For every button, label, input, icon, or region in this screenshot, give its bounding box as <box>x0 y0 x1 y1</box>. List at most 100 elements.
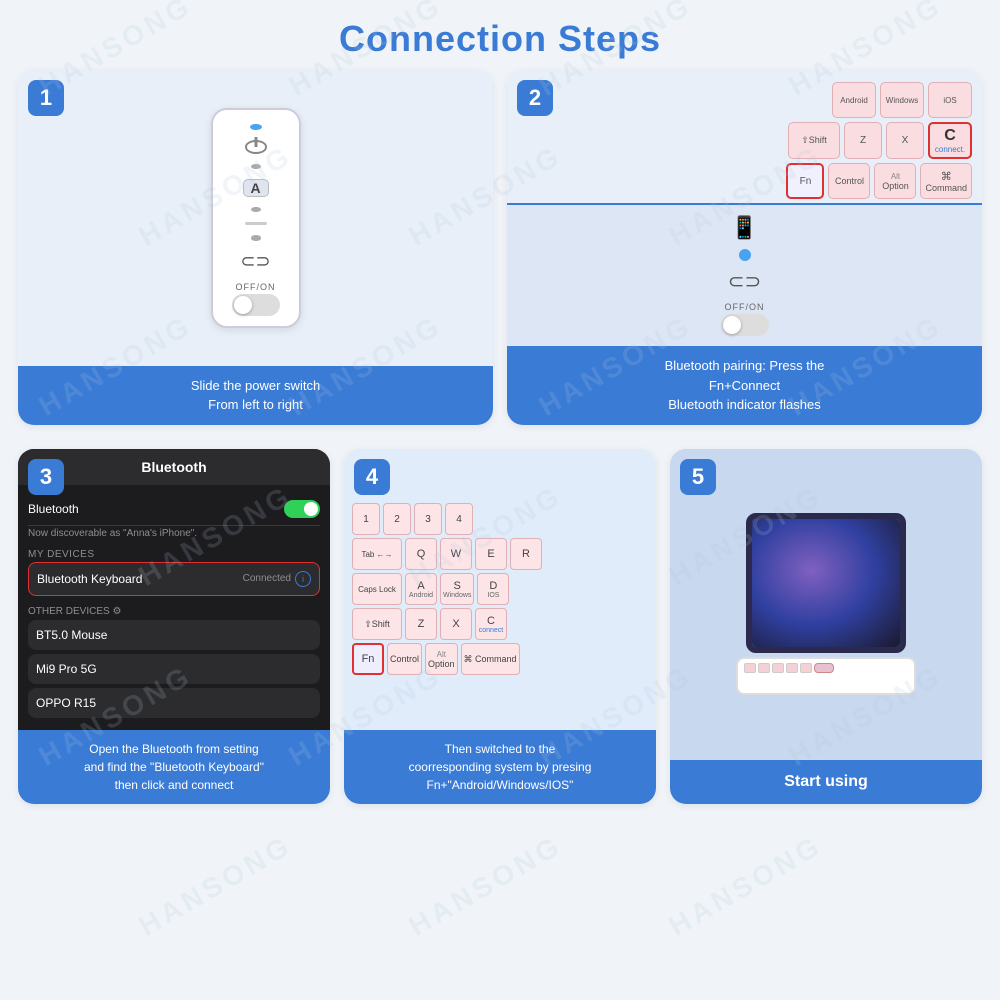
step-3-image: 3 Bluetooth Bluetooth Now discoverable a… <box>18 449 330 730</box>
key-tab: Tab ←→ <box>352 538 402 570</box>
asd-row: Caps Lock AAndroid SWindows DIOS <box>352 573 648 605</box>
key-c-connect: C connect. <box>928 122 972 159</box>
step-1-number: 1 <box>28 80 64 116</box>
key-opt-2: Alt Option <box>874 163 916 199</box>
step-5-number: 5 <box>680 459 716 495</box>
keyboard-below-ipad <box>736 657 916 695</box>
step-5-image: 5 <box>670 449 982 760</box>
key-ios: iOS <box>928 82 972 118</box>
toggle-knob-2 <box>723 316 741 334</box>
my-devices-label: MY DEVICES <box>28 543 320 562</box>
kbd-below-rows <box>738 659 914 677</box>
key-windows: Windows <box>880 82 924 118</box>
page-title: Connection Steps <box>0 0 1000 70</box>
step-4-card: 4 1 2 3 4 Tab ←→ Q W E R <box>344 449 656 804</box>
step-4-caption: Then switched to the coorresponding syst… <box>344 730 656 804</box>
bluetooth-screen: Bluetooth Bluetooth Now discoverable as … <box>18 449 330 730</box>
other-devices-label: OTHER DEVICES ⚙ <box>28 600 320 620</box>
connected-badge: Connected i <box>243 571 311 587</box>
num-2: 2 <box>383 503 411 535</box>
step2-top-keyboard: Android Windows iOS ⇧Shift Z X C connect… <box>507 70 982 203</box>
ipad-mock <box>746 513 906 653</box>
num-3: 3 <box>414 503 442 535</box>
step-3-caption: Open the Bluetooth from setting and find… <box>18 730 330 804</box>
qwer-row: Tab ←→ Q W E R <box>352 538 648 570</box>
step2-bottom-device: 📱 ⊂⊃ OFF/ON <box>507 205 982 346</box>
step-4-number: 4 <box>354 459 390 495</box>
num-4: 4 <box>445 503 473 535</box>
connected-text: Connected <box>243 573 291 584</box>
zxc-row: ⇧Shift Z X C connect. <box>517 122 972 159</box>
bt-device-3[interactable]: OPPO R15 <box>28 688 320 718</box>
key-cmd-2: ⌘ Command <box>920 163 972 199</box>
key-q: Q <box>405 538 437 570</box>
bt-toggle-knob <box>304 502 318 516</box>
step-5-card: 5 Start using <box>670 449 982 804</box>
key-w: W <box>440 538 472 570</box>
key-r: R <box>510 538 542 570</box>
power-icon <box>245 140 267 154</box>
step-3-number: 3 <box>28 459 64 495</box>
top-steps-grid: 1 A ⊂⊃ OFF/ON Slide the power switch Fro… <box>0 70 1000 449</box>
num-1: 1 <box>352 503 380 535</box>
bt-blue-dot <box>739 249 751 261</box>
key-opt-4: Alt Option <box>425 643 458 675</box>
key-x-4: X <box>440 608 472 640</box>
bt-label: Bluetooth <box>28 502 79 516</box>
ipad-wrapper <box>736 513 916 695</box>
bt-toggle[interactable] <box>284 500 320 518</box>
step-2-caption: Bluetooth pairing: Press the Fn+Connect … <box>507 346 982 425</box>
key-caps: Caps Lock <box>352 573 402 605</box>
zxc-row4: ⇧Shift Z X Cconnect <box>352 608 648 640</box>
small-dot-1 <box>251 164 261 169</box>
bt-device-2[interactable]: Mi9 Pro 5G <box>28 654 320 684</box>
power-device: A ⊂⊃ OFF/ON <box>211 108 301 328</box>
device-icon-step2: 📱 <box>731 215 758 241</box>
device2-label: Mi9 Pro 5G <box>36 662 97 676</box>
key-e: E <box>475 538 507 570</box>
key-z-2: Z <box>844 122 882 159</box>
step-1-card: 1 A ⊂⊃ OFF/ON Slide the power switch Fro… <box>18 70 493 425</box>
bottom-steps-row: 3 Bluetooth Bluetooth Now discoverable a… <box>0 449 1000 818</box>
bt-keyboard-row[interactable]: Bluetooth Keyboard Connected i <box>28 562 320 596</box>
step-3-card: 3 Bluetooth Bluetooth Now discoverable a… <box>18 449 330 804</box>
link-icon-2: ⊂⊃ <box>728 269 762 294</box>
num-row: 1 2 3 4 <box>352 503 648 535</box>
small-rect <box>245 222 267 225</box>
toggle-switch[interactable] <box>232 294 280 316</box>
key-d: DIOS <box>477 573 509 605</box>
bt-toggle-row: Bluetooth <box>28 493 320 526</box>
key-ctrl-2: Control <box>828 163 870 199</box>
bt-device-1[interactable]: BT5.0 Mouse <box>28 620 320 650</box>
bt-header: Bluetooth <box>18 449 330 485</box>
step-1-caption: Slide the power switch From left to righ… <box>18 366 493 425</box>
key-c-4: Cconnect <box>475 608 507 640</box>
off-on-label-2: OFF/ON <box>725 302 765 312</box>
toggle-knob <box>234 296 252 314</box>
key-ctrl-4: Control <box>387 643 422 675</box>
key-x-2: X <box>886 122 924 159</box>
ipad-screen <box>752 519 900 647</box>
toggle-switch-2[interactable] <box>721 314 769 336</box>
system-row: Android Windows iOS <box>517 82 972 118</box>
fn-row-2: Fn Control Alt Option ⌘ Command <box>517 163 972 199</box>
discoverable-text: Now discoverable as "Anna's iPhone". <box>28 526 320 543</box>
key-fn-4: Fn <box>352 643 384 675</box>
key-android: Android <box>832 82 876 118</box>
link-icon: ⊂⊃ <box>240 251 270 272</box>
key-z-4: Z <box>405 608 437 640</box>
device3-label: OPPO R15 <box>36 696 96 710</box>
letter-a-key: A <box>243 179 269 197</box>
step-2-card: 2 Android Windows iOS ⇧Shift Z X <box>507 70 982 425</box>
device1-label: BT5.0 Mouse <box>36 628 107 642</box>
info-icon[interactable]: i <box>295 571 311 587</box>
keyboard-big: 1 2 3 4 Tab ←→ Q W E R Caps Lock <box>344 495 656 683</box>
bt-keyboard-label: Bluetooth Keyboard <box>37 572 142 586</box>
small-dot-3 <box>251 235 261 240</box>
key-cmd-4: ⌘ Command <box>461 643 520 675</box>
step-5-caption: Start using <box>670 760 982 804</box>
off-on-label: OFF/ON <box>236 282 276 292</box>
key-fn-2: Fn <box>786 163 824 199</box>
key-shift-2: ⇧Shift <box>788 122 840 159</box>
step-4-image: 4 1 2 3 4 Tab ←→ Q W E R <box>344 449 656 730</box>
